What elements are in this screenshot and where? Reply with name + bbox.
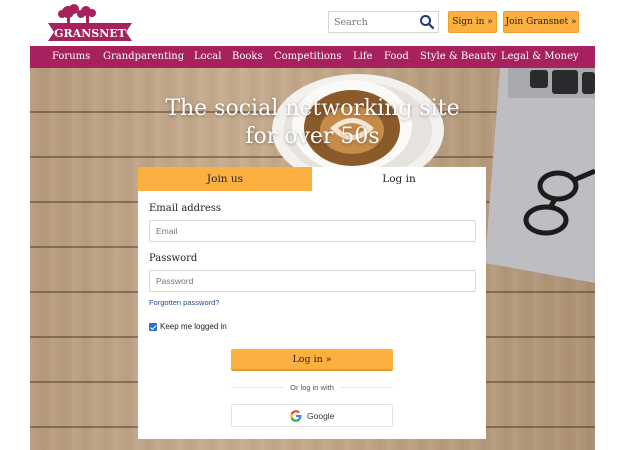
hero-headline-line2: for over 50s: [245, 124, 380, 149]
search-box: [328, 11, 439, 33]
keep-logged-in-checkbox[interactable]: [149, 323, 157, 331]
nav-item-legal-money[interactable]: Legal & Money: [501, 46, 579, 68]
nav-item-forums[interactable]: Forums: [52, 46, 90, 68]
nav-item-style-beauty[interactable]: Style & Beauty: [420, 46, 496, 68]
google-label: Google: [307, 411, 335, 421]
nav-item-grandparenting[interactable]: Grandparenting: [103, 46, 184, 68]
gransnet-logo[interactable]: GRANSNET: [46, 3, 134, 43]
nav-item-local[interactable]: Local: [194, 46, 221, 68]
google-icon: [290, 410, 302, 422]
site-header: GRANSNET Sign in » Join Gransnet »: [0, 0, 630, 46]
logo-text: GRANSNET: [54, 27, 127, 40]
or-log-in-with: Or log in with: [138, 383, 486, 392]
nav-item-food[interactable]: Food: [384, 46, 409, 68]
log-in-button[interactable]: Log in »: [231, 349, 393, 371]
nav-item-books[interactable]: Books: [232, 46, 263, 68]
nav-item-life[interactable]: Life: [353, 46, 372, 68]
keep-logged-in-label: Keep me logged in: [160, 322, 227, 331]
search-button[interactable]: [419, 14, 435, 30]
search-input[interactable]: [329, 12, 415, 32]
email-label: Email address: [149, 203, 222, 214]
email-field[interactable]: [149, 220, 476, 242]
keep-logged-in[interactable]: Keep me logged in: [149, 321, 269, 333]
password-label: Password: [149, 253, 198, 264]
google-login-button[interactable]: Google: [231, 404, 393, 427]
main-nav: Forums Grandparenting Local Books Compet…: [30, 46, 595, 68]
forgot-password-link[interactable]: Forgotten password?: [149, 298, 219, 307]
password-field[interactable]: [149, 270, 476, 292]
login-card: Join us Log in Email address Password Fo…: [138, 167, 486, 439]
hero-headline: The social networking site for over 50s: [30, 95, 595, 151]
sign-in-button[interactable]: Sign in »: [448, 11, 497, 33]
or-log-in-with-text: Or log in with: [284, 383, 340, 392]
hero-headline-line1: The social networking site: [165, 96, 460, 121]
search-icon: [420, 15, 435, 30]
tab-join-us[interactable]: Join us: [138, 167, 312, 191]
join-gransnet-button[interactable]: Join Gransnet »: [503, 11, 579, 33]
nav-item-competitions[interactable]: Competitions: [274, 46, 342, 68]
tab-log-in[interactable]: Log in: [312, 167, 486, 191]
